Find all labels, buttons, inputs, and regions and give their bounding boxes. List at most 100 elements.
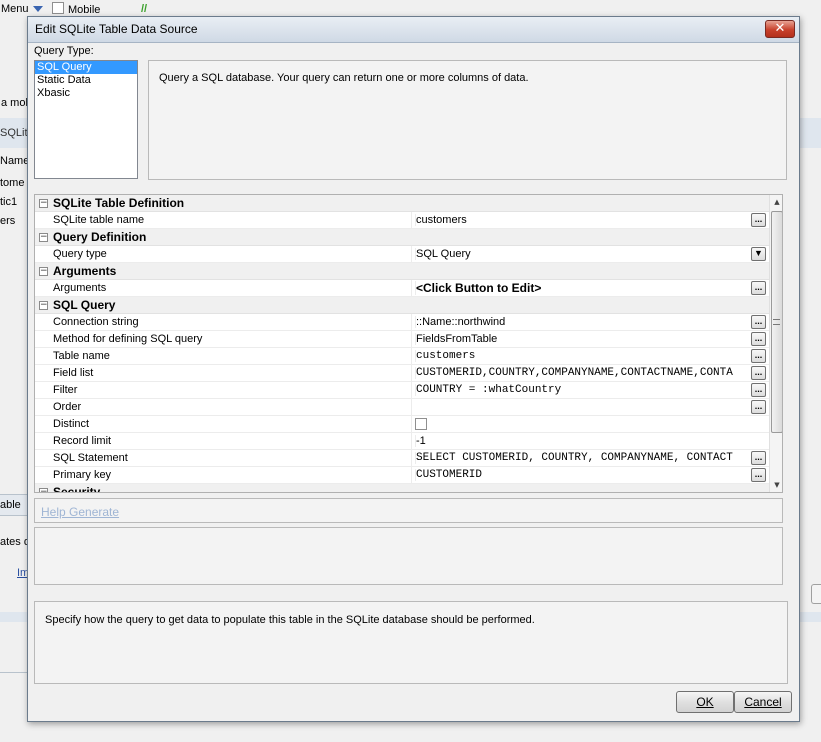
column-divider xyxy=(411,399,412,415)
property-name: SQLite table name xyxy=(53,214,145,226)
grid-property-row[interactable]: Field list CUSTOMERID,COUNTRY,COMPANYNAME… xyxy=(35,365,769,382)
property-value[interactable]: FieldsFromTable xyxy=(415,333,750,345)
ellipsis-button[interactable]: ... xyxy=(751,332,766,346)
mobile-checkbox[interactable] xyxy=(52,2,64,14)
property-name: Query type xyxy=(53,248,107,260)
property-value[interactable]: CUSTOMERID xyxy=(415,469,750,481)
column-divider xyxy=(411,314,412,330)
ok-button-label: OK xyxy=(696,695,714,709)
grid-property-row[interactable]: Connection string::Name::northwind... xyxy=(35,314,769,331)
bg-fragment: able xyxy=(0,499,21,511)
property-name: Table name xyxy=(53,350,110,362)
property-value[interactable]: customers xyxy=(415,350,750,362)
property-value[interactable]: CUSTOMERID,COUNTRY,COMPANYNAME,CONTACTNA… xyxy=(415,367,750,379)
property-name: Arguments xyxy=(53,282,107,294)
property-value[interactable]: SQL Query xyxy=(415,248,750,260)
ok-button[interactable]: OK xyxy=(676,691,734,713)
column-divider xyxy=(411,433,412,449)
property-name: Record limit xyxy=(53,435,112,447)
collapse-toggle-icon[interactable]: − xyxy=(39,199,48,208)
property-value[interactable]: <Click Button to Edit> xyxy=(415,281,750,295)
property-name: Field list xyxy=(53,367,94,379)
grid-property-row[interactable]: Primary key CUSTOMERID... xyxy=(35,467,769,484)
grid-category-row[interactable]: − Arguments xyxy=(35,263,769,280)
grid-property-row[interactable]: Distinct xyxy=(35,416,769,433)
property-name: Distinct xyxy=(53,418,90,430)
ellipsis-button[interactable]: ... xyxy=(751,366,766,380)
property-name: Primary key xyxy=(53,469,112,481)
property-grid: − SQLite Table Definition SQLite table nam… xyxy=(34,194,783,493)
grid-property-row[interactable]: Order... xyxy=(35,399,769,416)
ellipsis-button[interactable]: ... xyxy=(751,383,766,397)
ellipsis-button[interactable]: ... xyxy=(751,451,766,465)
query-type-option-static-data[interactable]: Static Data xyxy=(35,74,137,87)
bg-fragment: Name xyxy=(0,155,30,167)
ellipsis-button[interactable]: ... xyxy=(751,315,766,329)
query-type-option-xbasic[interactable]: Xbasic xyxy=(35,87,137,100)
scroll-down-icon[interactable]: ▼ xyxy=(770,478,782,492)
background-band-right xyxy=(800,118,821,148)
query-type-label: Query Type: xyxy=(34,45,94,57)
grid-property-row[interactable]: Query type SQL Query ▼ xyxy=(35,246,769,263)
query-type-option-sql-query[interactable]: SQL Query xyxy=(35,61,137,74)
distinct-checkbox[interactable] xyxy=(415,418,427,430)
edit-sqlite-dialog: Edit SQLite Table Data Source ✕ Query Ty… xyxy=(27,16,800,722)
grid-property-row[interactable]: SQL Statement SELECT CUSTOMERID, COUNTRY,… xyxy=(35,450,769,467)
property-value[interactable]: -1 xyxy=(415,435,750,447)
grip-icon xyxy=(773,319,780,325)
grid-property-row[interactable]: Arguments <Click Button to Edit>... xyxy=(35,280,769,297)
grid-property-row[interactable]: Filter COUNTRY = :whatCountry... xyxy=(35,382,769,399)
property-grid-scrollbar[interactable]: ▲ ▼ xyxy=(769,195,782,492)
dialog-title: Edit SQLite Table Data Source xyxy=(35,22,198,36)
menu-dropdown-icon[interactable] xyxy=(33,6,43,12)
bg-divider xyxy=(0,672,27,673)
ellipsis-button[interactable]: ... xyxy=(751,468,766,482)
ellipsis-button[interactable]: ... xyxy=(751,213,766,227)
grid-category-row[interactable]: − Query Definition xyxy=(35,229,769,246)
grid-property-row[interactable]: Record limit -1 xyxy=(35,433,769,450)
ellipsis-button[interactable]: ... xyxy=(751,349,766,363)
property-value[interactable]: COUNTRY = :whatCountry xyxy=(415,384,750,396)
ellipsis-button[interactable]: ... xyxy=(751,281,766,295)
collapse-toggle-icon[interactable]: − xyxy=(39,267,48,276)
grid-category-title: SQL Query xyxy=(53,298,116,312)
bg-band xyxy=(800,612,821,622)
grid-category-title: SQLite Table Definition xyxy=(53,196,185,210)
scroll-up-icon[interactable]: ▲ xyxy=(770,195,782,209)
dialog-titlebar[interactable]: Edit SQLite Table Data Source ✕ xyxy=(28,17,799,43)
query-type-description: Query a SQL database. Your query can ret… xyxy=(159,72,529,84)
property-name: Filter xyxy=(53,384,78,396)
grid-category-row[interactable]: − SQLite Table Definition xyxy=(35,195,769,212)
cancel-button[interactable]: Cancel xyxy=(734,691,792,713)
menu-label[interactable]: Menu xyxy=(1,3,29,15)
grid-category-title: Security xyxy=(53,485,101,493)
collapse-toggle-icon[interactable]: − xyxy=(39,233,48,242)
edit-mark-icon: // xyxy=(141,3,148,15)
mobile-label: Mobile xyxy=(68,4,101,16)
collapse-toggle-icon[interactable]: − xyxy=(39,301,48,310)
ellipsis-button[interactable]: ... xyxy=(751,400,766,414)
property-description-panel: Specify how the query to get data to pop… xyxy=(34,601,788,684)
property-value[interactable]: customers xyxy=(415,214,750,226)
help-generate-link[interactable]: Help Generate xyxy=(41,505,119,519)
property-name: Method for defining SQL query xyxy=(53,333,203,345)
cancel-button-label: Cancel xyxy=(744,695,782,709)
query-type-list[interactable]: SQL Query Static Data Xbasic xyxy=(34,60,138,179)
property-value[interactable]: SELECT CUSTOMERID, COUNTRY, COMPANYNAME,… xyxy=(415,452,750,464)
bg-button xyxy=(811,584,821,604)
grid-category-row[interactable]: − Security xyxy=(35,484,769,493)
grid-property-row[interactable]: Table name customers... xyxy=(35,348,769,365)
property-name: Connection string xyxy=(53,316,139,328)
property-value[interactable]: ::Name::northwind xyxy=(415,316,750,328)
property-description: Specify how the query to get data to pop… xyxy=(45,614,535,626)
dropdown-arrow-icon[interactable]: ▼ xyxy=(751,247,766,261)
grid-property-row[interactable]: Method for defining SQL query FieldsFromT… xyxy=(35,331,769,348)
bg-fragment: tome xyxy=(0,177,25,189)
help-content-panel xyxy=(34,527,783,585)
grid-property-row[interactable]: SQLite table name customers... xyxy=(35,212,769,229)
collapse-toggle-icon[interactable]: − xyxy=(39,488,48,492)
grid-category-title: Arguments xyxy=(53,264,117,278)
help-panel: Help Generate xyxy=(34,498,783,523)
close-button[interactable]: ✕ xyxy=(765,20,795,38)
grid-category-row[interactable]: − SQL Query xyxy=(35,297,769,314)
